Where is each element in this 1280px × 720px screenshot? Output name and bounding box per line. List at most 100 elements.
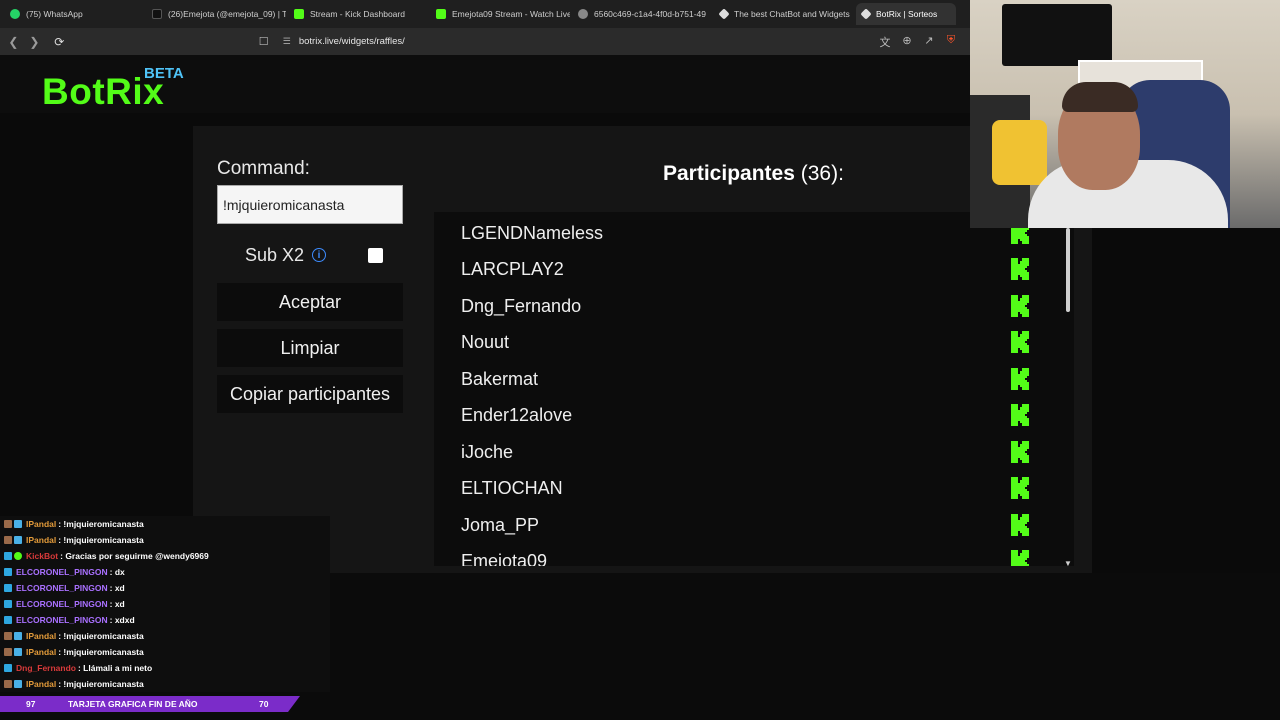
reload-button[interactable]: ⟳ — [50, 32, 69, 52]
chat-username: IPandal — [26, 647, 57, 657]
chat-username: IPandal — [26, 631, 57, 641]
chat-message: IPandal: !mjquieromicanasta — [4, 532, 144, 548]
copy-participants-button[interactable]: Copiar participantes — [217, 375, 403, 413]
tab-kick-stream[interactable]: Emejota09 Stream - Watch Live — [430, 3, 570, 25]
kick-icon — [1011, 550, 1029, 566]
kick-icon — [294, 9, 304, 19]
clear-button[interactable]: Limpiar — [217, 329, 403, 367]
browser-tab-bar: (75) WhatsApp (26)Emejota (@emejota_09) … — [0, 0, 970, 28]
chat-text: : xd — [109, 599, 125, 609]
tab-label: BotRix | Sorteos — [876, 9, 938, 19]
sub-x2-label: Sub X2 — [245, 245, 305, 265]
command-input[interactable]: !mjquieromicanasta — [217, 185, 403, 224]
participant-name: LARCPLAY2 — [461, 258, 564, 279]
chat-message: ELCORONEL_PINGON: xdxd — [4, 612, 135, 628]
url-text: botrix.live/widgets/raffles/ — [298, 36, 405, 47]
webcam-overlay — [970, 0, 1280, 228]
translate-icon[interactable]: 文 — [874, 34, 896, 50]
tab-kick-dashboard[interactable]: Stream - Kick Dashboard — [288, 3, 428, 25]
stream-chat-overlay: IPandal: !mjquieromicanasta IPandal: !mj… — [0, 516, 330, 692]
browser-toolbar: ❮ ❯ ⟳ ☐ ☰ botrix.live/widgets/raffles/ 文… — [0, 28, 970, 55]
chat-text: : !mjquieromicanasta — [58, 679, 144, 689]
brave-shield-icon[interactable]: ⛨ — [940, 34, 962, 50]
tab-label: The best ChatBot and Widgets — [734, 9, 850, 19]
webcam-tv — [1002, 4, 1112, 66]
webcam-clutter — [992, 120, 1047, 185]
botrix-icon — [718, 8, 730, 20]
badge-icon — [4, 552, 12, 560]
botrix-icon — [860, 8, 872, 20]
chat-message: ELCORONEL_PINGON: xd — [4, 596, 125, 612]
badge-icon — [4, 536, 12, 544]
participants-list[interactable]: LGENDNameless LARCPLAY2 Dng_Fernando Nou… — [434, 212, 1074, 566]
scrollbar-thumb[interactable] — [1066, 228, 1070, 312]
participant-name: Ender12alove — [461, 404, 573, 425]
address-bar[interactable]: ☐ ☰ botrix.live/widgets/raffles/ — [259, 32, 874, 52]
list-item: Nouut — [461, 327, 1041, 357]
tab-botrix-sorteos[interactable]: BotRix | Sorteos — [856, 3, 956, 25]
chat-message: KickBot: Gracias por seguirme @wendy6969 — [4, 548, 209, 564]
tab-whatsapp[interactable]: (75) WhatsApp — [4, 3, 144, 25]
right-background — [1092, 228, 1280, 578]
badge-icon — [4, 584, 12, 592]
chat-text: : dx — [109, 567, 125, 577]
participant-name: LGENDNameless — [461, 222, 604, 243]
goal-ticker: 97 TARJETA GRAFICA FIN DE AÑO 70 — [0, 696, 300, 712]
accept-button[interactable]: Aceptar — [217, 283, 403, 321]
share-icon[interactable]: ↗ — [918, 34, 940, 50]
list-item: iJoche — [461, 437, 1041, 467]
sub-x2-checkbox[interactable] — [368, 248, 383, 263]
kick-icon — [1011, 477, 1029, 499]
globe-icon — [578, 9, 588, 19]
chat-text: : xdxd — [109, 615, 135, 625]
tab-botrix-home[interactable]: The best ChatBot and Widgets — [714, 3, 854, 25]
scroll-down-arrow-icon[interactable]: ▼ — [1064, 559, 1072, 568]
whatsapp-icon — [10, 9, 20, 19]
participant-name: Dng_Fernando — [461, 295, 582, 316]
zoom-icon[interactable]: ⊕ — [896, 34, 918, 50]
badge-icon — [4, 520, 12, 528]
list-item: Bakermat — [461, 364, 1041, 394]
chat-username: IPandal — [26, 679, 57, 689]
badge-icon — [4, 648, 12, 656]
badge-icon — [4, 568, 12, 576]
badge-icon — [4, 664, 12, 672]
chat-message: IPandal: !mjquieromicanasta — [4, 676, 144, 692]
site-header: BotRix BETA — [0, 55, 970, 113]
site-info-icon[interactable]: ☰ — [283, 36, 291, 47]
list-item: Emejota09 — [461, 546, 1041, 567]
participants-title-text: Participantes — [663, 162, 795, 185]
chat-text: : Gracias por seguirme @wendy6969 — [60, 551, 209, 561]
participant-name: Joma_PP — [461, 514, 540, 535]
ticker-left-value: 97 — [26, 699, 36, 709]
chat-username: ELCORONEL_PINGON — [16, 583, 108, 593]
badge-icon — [14, 648, 22, 656]
list-item: ELTIOCHAN — [461, 473, 1041, 503]
badge-icon — [14, 536, 22, 544]
info-icon[interactable]: i — [312, 248, 326, 262]
tab-label: (26)Emejota (@emejota_09) | T — [168, 9, 286, 19]
command-label: Command: — [217, 158, 310, 179]
chat-text: : !mjquieromicanasta — [58, 519, 144, 529]
tab-uuid[interactable]: 6560c469-c1a4-4f0d-b751-49 — [572, 3, 712, 25]
kick-icon — [436, 9, 446, 19]
back-button[interactable]: ❮ — [4, 32, 23, 52]
participant-name: iJoche — [461, 441, 514, 462]
tab-label: (75) WhatsApp — [26, 9, 83, 19]
tab-tiktok[interactable]: (26)Emejota (@emejota_09) | T — [146, 3, 286, 25]
participants-scrollbar[interactable]: ▼ — [1064, 228, 1072, 568]
forward-button[interactable]: ❯ — [25, 32, 44, 52]
chat-username: IPandal — [26, 519, 57, 529]
kick-icon — [1011, 295, 1029, 317]
badge-icon — [4, 632, 12, 640]
list-item: Joma_PP — [461, 510, 1041, 540]
chat-username: ELCORONEL_PINGON — [16, 567, 108, 577]
participants-title: Participantes (36): — [663, 162, 844, 186]
tab-label: Emejota09 Stream - Watch Live — [452, 9, 570, 19]
kick-icon — [1011, 258, 1029, 280]
badge-icon — [4, 600, 12, 608]
chat-text: : !mjquieromicanasta — [58, 631, 144, 641]
tab-label: 6560c469-c1a4-4f0d-b751-49 — [594, 9, 707, 19]
kick-icon — [1011, 368, 1029, 390]
bookmark-icon[interactable]: ☐ — [259, 35, 275, 48]
